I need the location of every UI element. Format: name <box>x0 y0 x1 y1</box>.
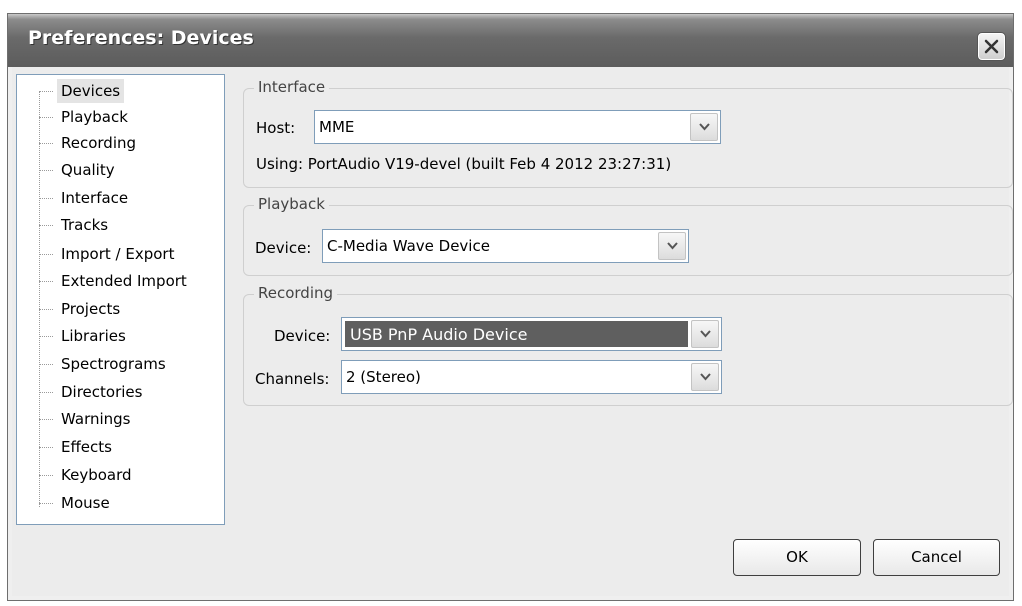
channels-dropdown-button[interactable] <box>691 363 719 391</box>
tree-item-recording[interactable]: Recording <box>39 131 225 155</box>
playback-dropdown-button[interactable] <box>658 232 686 260</box>
title-bar[interactable]: Preferences: Devices <box>8 14 1013 67</box>
category-tree[interactable]: Devices Playback Recording Quality Inter… <box>16 74 225 525</box>
tree-item-playback[interactable]: Playback <box>39 105 225 129</box>
close-icon <box>984 39 999 54</box>
host-select[interactable]: MME <box>314 110 721 144</box>
tree-item-tracks[interactable]: Tracks <box>39 213 225 237</box>
close-button[interactable] <box>978 33 1005 60</box>
channels-select[interactable]: 2 (Stereo) <box>341 360 722 394</box>
recording-device-select[interactable]: USB PnP Audio Device <box>341 317 722 351</box>
tree-item-directories[interactable]: Directories <box>39 380 225 404</box>
chevron-down-icon <box>699 123 710 131</box>
recording-device-value: USB PnP Audio Device <box>350 325 528 344</box>
channels-value: 2 (Stereo) <box>346 368 421 386</box>
cancel-button[interactable]: Cancel <box>873 539 1000 576</box>
host-label: Host: <box>256 119 296 137</box>
tree-item-devices[interactable]: Devices <box>39 79 225 103</box>
channels-label: Channels: <box>255 370 330 388</box>
chevron-down-icon <box>700 373 711 381</box>
tree-item-extended-import[interactable]: Extended Import <box>39 269 225 293</box>
tree-item-libraries[interactable]: Libraries <box>39 324 225 348</box>
playback-legend: Playback <box>254 195 329 213</box>
playback-device-value: C-Media Wave Device <box>327 237 490 255</box>
tree-item-effects[interactable]: Effects <box>39 435 225 459</box>
portaudio-version-text: Using: PortAudio V19-devel (built Feb 4 … <box>256 155 672 173</box>
tree-item-quality[interactable]: Quality <box>39 158 225 182</box>
tree-item-mouse[interactable]: Mouse <box>39 491 225 515</box>
playback-device-select[interactable]: C-Media Wave Device <box>322 229 689 263</box>
tree-item-interface[interactable]: Interface <box>39 186 225 210</box>
host-dropdown-button[interactable] <box>690 113 718 141</box>
interface-legend: Interface <box>254 78 330 96</box>
recording-device-label: Device: <box>274 327 331 345</box>
chevron-down-icon <box>667 242 678 250</box>
tree-item-spectrograms[interactable]: Spectrograms <box>39 352 225 376</box>
window-title: Preferences: Devices <box>28 27 254 49</box>
tree-item-import-export[interactable]: Import / Export <box>39 242 225 266</box>
playback-device-label: Device: <box>255 239 312 257</box>
ok-button[interactable]: OK <box>733 539 861 576</box>
tree-item-keyboard[interactable]: Keyboard <box>39 463 225 487</box>
recording-dropdown-button[interactable] <box>691 320 719 348</box>
host-value: MME <box>319 118 355 136</box>
recording-legend: Recording <box>254 284 338 302</box>
chevron-down-icon <box>700 330 711 338</box>
tree-item-warnings[interactable]: Warnings <box>39 407 225 431</box>
tree-item-projects[interactable]: Projects <box>39 297 225 321</box>
